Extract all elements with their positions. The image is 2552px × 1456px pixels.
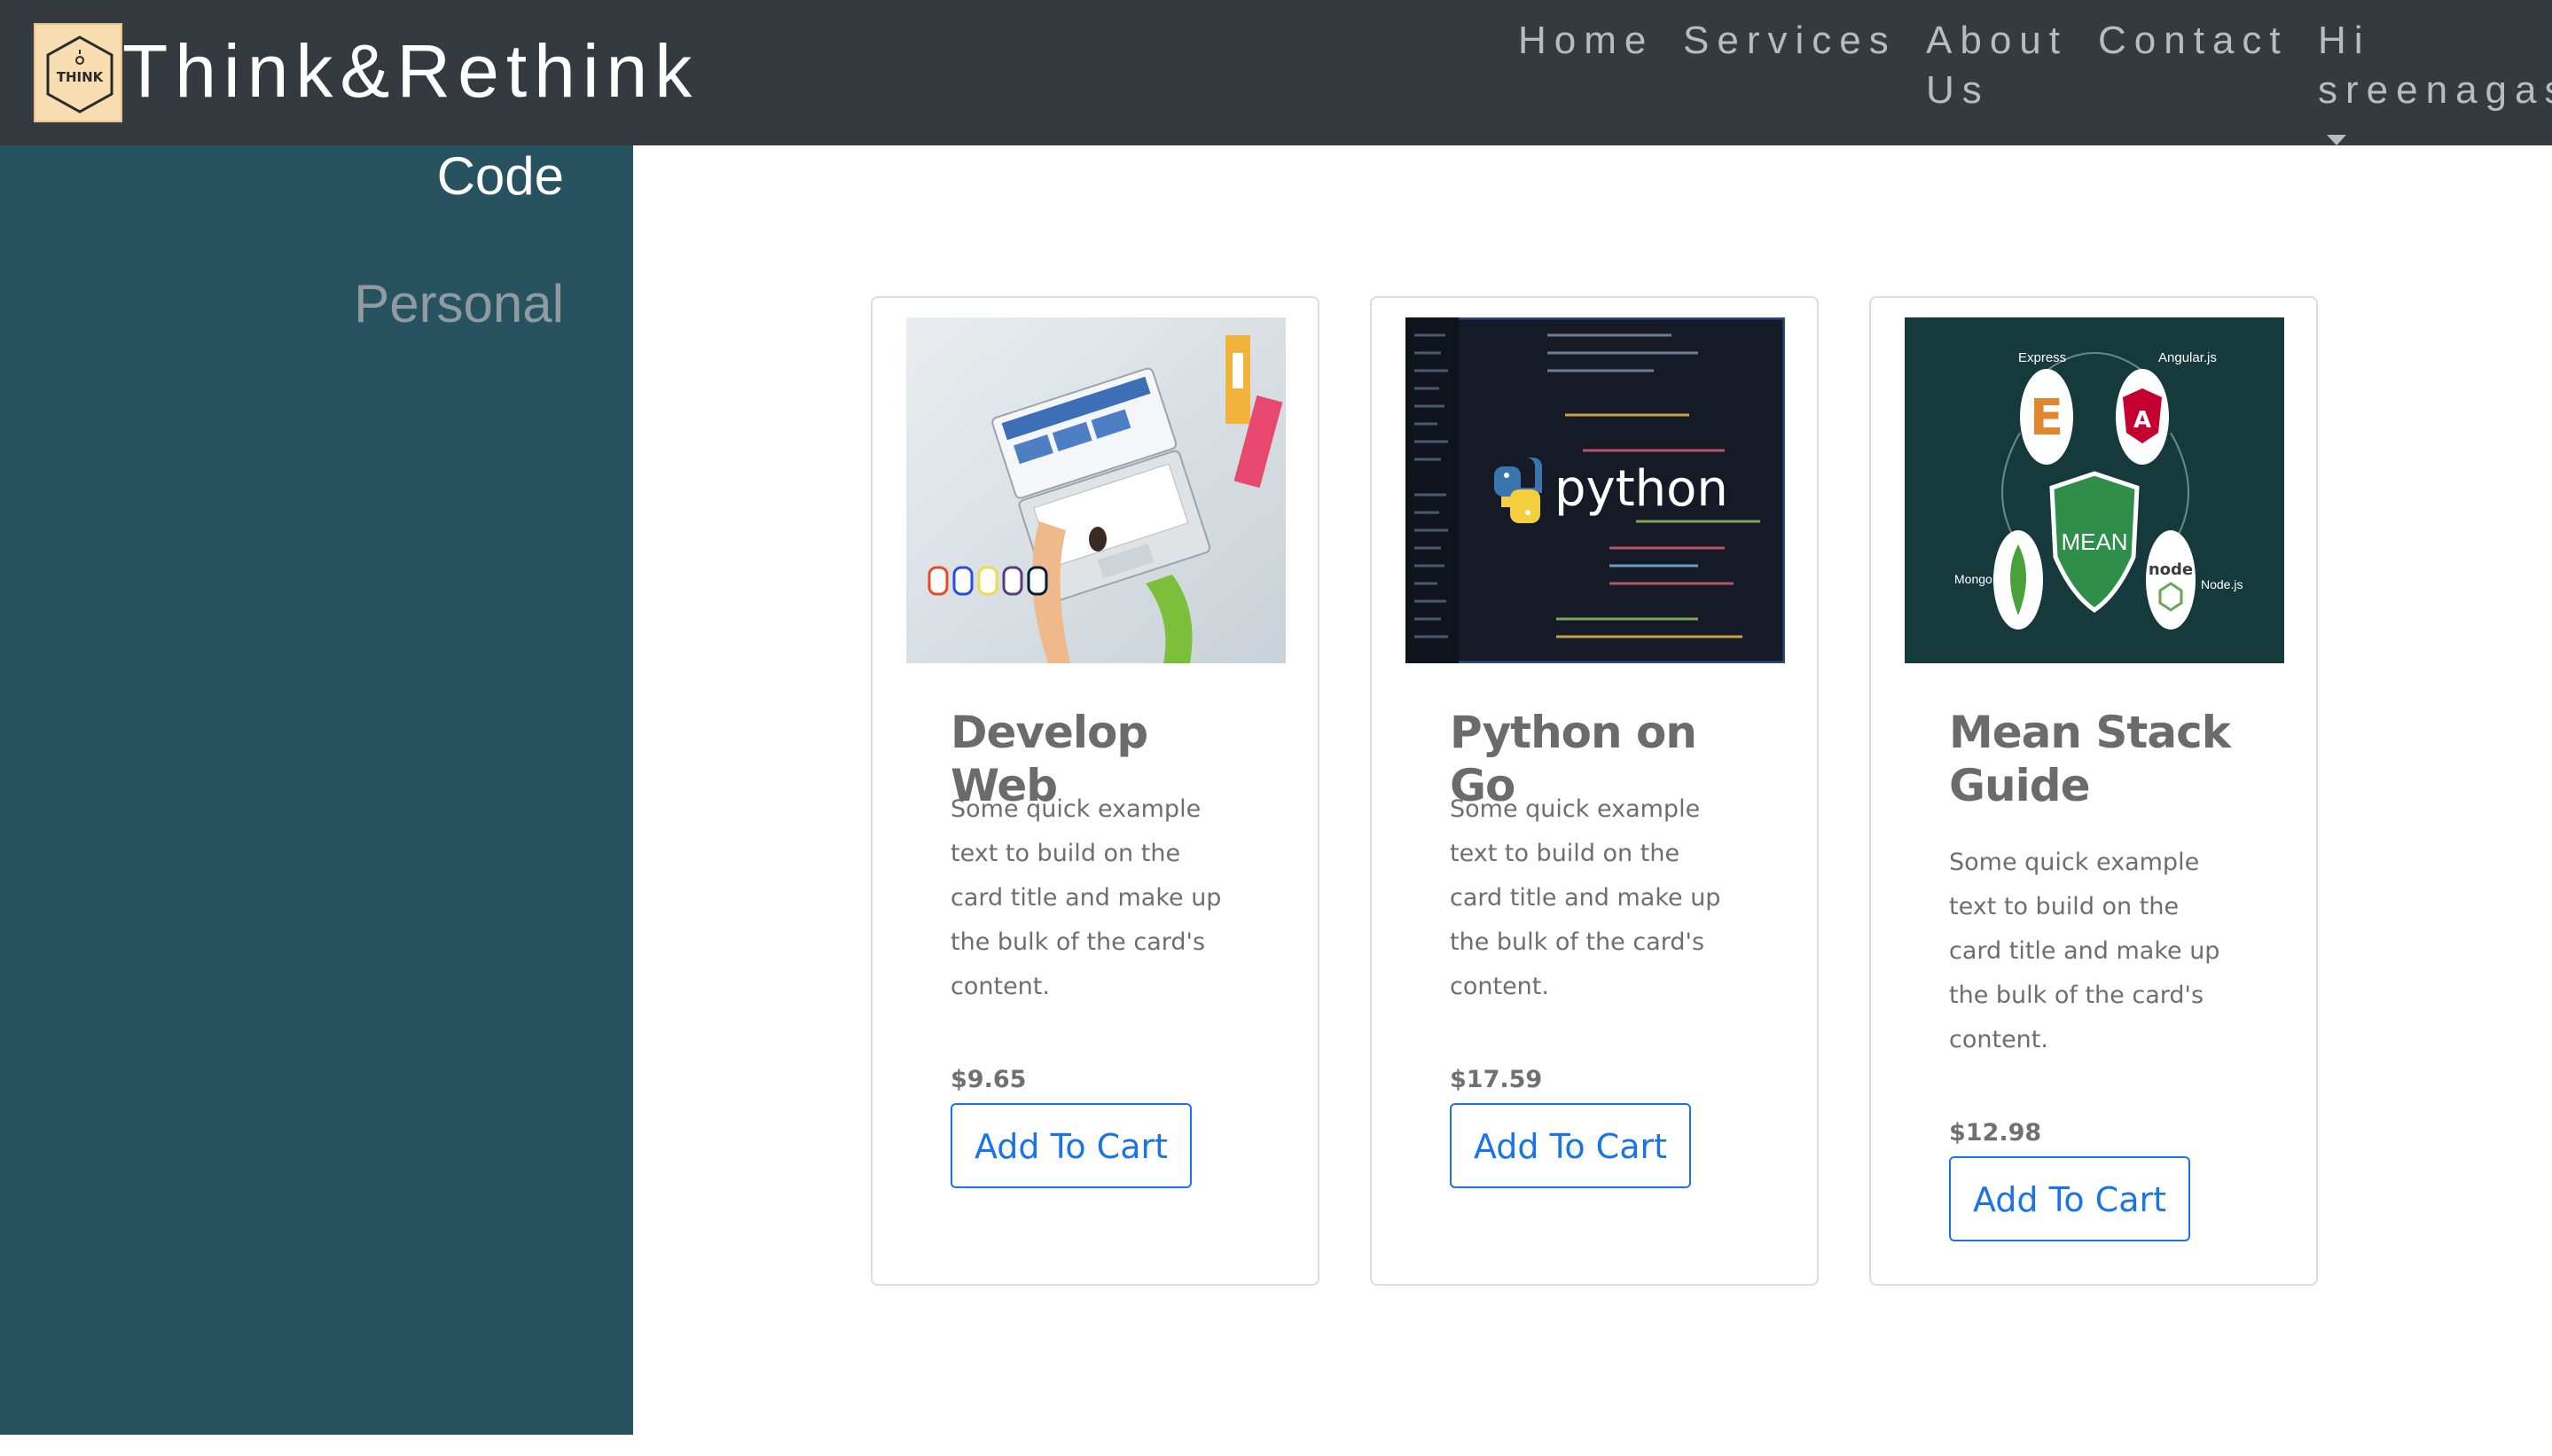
product-card: python Python on Go Some quick example t… xyxy=(1370,296,1819,1286)
card-text: Some quick example text to build on the … xyxy=(951,795,1222,1000)
svg-text:node: node xyxy=(2149,560,2193,579)
add-to-cart-button[interactable]: Add To Cart xyxy=(1949,1156,2190,1241)
nav-about-us[interactable]: About Us xyxy=(1926,16,2086,115)
add-to-cart-button[interactable]: Add To Cart xyxy=(951,1103,1192,1188)
svg-text:E: E xyxy=(2030,389,2063,447)
brand-name[interactable]: Think&Rethink xyxy=(122,27,699,115)
svg-text:Express: Express xyxy=(2018,350,2066,365)
python-code-illustration-icon: python xyxy=(1405,317,1785,663)
svg-text:Node.js: Node.js xyxy=(2201,577,2243,591)
brand-logo[interactable]: THINK xyxy=(34,23,122,122)
card-text: Some quick example text to build on the … xyxy=(1949,849,2220,1053)
svg-text:Angular.js: Angular.js xyxy=(2158,350,2217,365)
lightbulb-hexagon-icon: THINK xyxy=(46,35,114,114)
product-card: E Express A Angular.js MEAN MongoDB node… xyxy=(1869,296,2318,1286)
card-price: $9.65 xyxy=(951,1066,1027,1093)
card-title: Mean Stack Guide xyxy=(1949,707,2231,811)
svg-text:A: A xyxy=(2133,407,2151,434)
svg-text:MongoDB: MongoDB xyxy=(1954,572,2009,586)
svg-text:python: python xyxy=(1554,460,1728,518)
svg-text:MEAN: MEAN xyxy=(2061,528,2127,555)
web-development-illustration-icon xyxy=(906,317,1286,663)
mean-stack-illustration-icon: E Express A Angular.js MEAN MongoDB node… xyxy=(1905,317,2284,663)
card-text: Some quick example text to build on the … xyxy=(1450,795,1721,1000)
user-name: sreenagas xyxy=(2318,68,2552,112)
card-image: python xyxy=(1405,317,1785,663)
sidebar-item-code[interactable]: Code xyxy=(437,145,564,207)
card-price: $17.59 xyxy=(1450,1066,1543,1093)
card-image: E Express A Angular.js MEAN MongoDB node… xyxy=(1905,317,2284,663)
nav-home[interactable]: Home xyxy=(1518,16,1654,66)
card-image xyxy=(906,317,1286,663)
add-to-cart-button[interactable]: Add To Cart xyxy=(1450,1103,1691,1188)
nav-contact[interactable]: Contact xyxy=(2098,16,2289,66)
sidebar-item-personal[interactable]: Personal xyxy=(354,273,564,335)
sidebar: Code Personal xyxy=(0,145,633,1435)
user-greeting: Hi xyxy=(2318,19,2371,62)
nav-services[interactable]: Services xyxy=(1683,16,1897,66)
svg-text:THINK: THINK xyxy=(57,69,105,85)
card-price: $12.98 xyxy=(1949,1119,2042,1147)
chevron-down-icon[interactable] xyxy=(2327,135,2346,145)
user-menu[interactable]: Hi sreenagas xyxy=(2318,16,2552,115)
top-navbar: THINK Think&Rethink Home Services About … xyxy=(0,0,2552,145)
product-card: Develop Web Some quick example text to b… xyxy=(871,296,1319,1286)
